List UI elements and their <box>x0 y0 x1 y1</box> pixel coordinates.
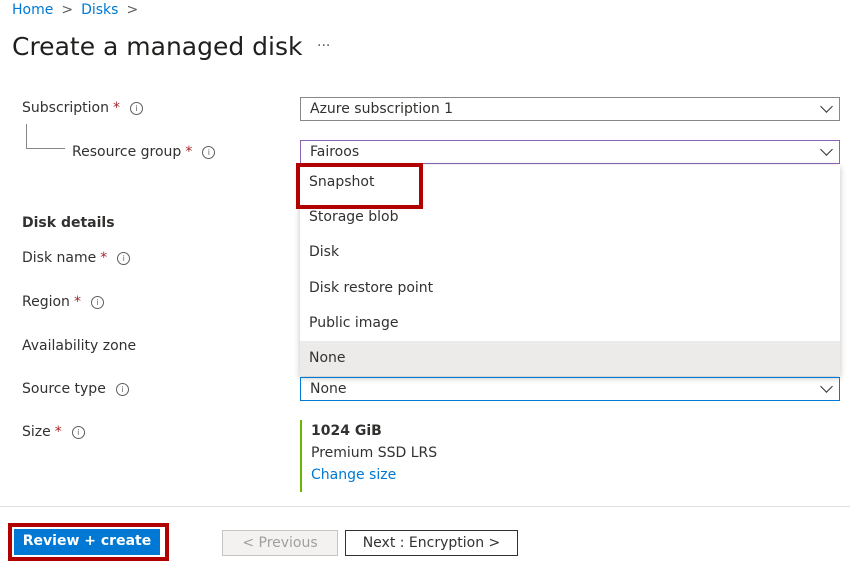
disk-name-label: Disk name * i <box>22 250 131 266</box>
size-value: 1024 GiB <box>311 423 382 439</box>
breadcrumb-home[interactable]: Home <box>12 2 53 18</box>
change-size-link[interactable]: Change size <box>311 464 437 486</box>
page-title: Create a managed disk <box>12 32 303 61</box>
chevron-down-icon <box>820 100 833 113</box>
option-disk[interactable]: Disk <box>300 235 840 270</box>
info-icon[interactable]: i <box>115 382 129 396</box>
section-heading: Disk details <box>22 215 115 231</box>
chevron-right-icon: > <box>61 2 74 18</box>
size-summary: 1024 GiB Premium SSD LRS Change size <box>300 420 437 492</box>
breadcrumb: Home > Disks > <box>12 2 146 18</box>
chevron-down-icon <box>820 380 833 393</box>
required-asterisk: * <box>100 250 108 266</box>
next-encryption-button[interactable]: Next : Encryption > <box>345 530 518 556</box>
resource-group-dropdown[interactable]: Fairoos <box>300 140 840 164</box>
option-public-image[interactable]: Public image <box>300 306 840 341</box>
label-text: Resource group <box>72 144 182 160</box>
size-sku: Premium SSD LRS <box>311 445 438 461</box>
chevron-right-icon: > <box>126 2 139 18</box>
info-icon[interactable]: i <box>202 145 216 159</box>
label-text: Subscription <box>22 100 109 116</box>
source-type-label: Source type i <box>22 381 129 397</box>
review-create-button[interactable]: Review + create <box>14 529 160 555</box>
label-text: Source type <box>22 381 106 397</box>
option-disk-restore-point[interactable]: Disk restore point <box>300 271 840 306</box>
tree-connector <box>26 124 65 149</box>
highlight-box <box>296 163 423 209</box>
breadcrumb-disks[interactable]: Disks <box>81 2 118 18</box>
required-asterisk: * <box>54 424 62 440</box>
subscription-label: Subscription * i <box>22 100 143 116</box>
more-options-button[interactable]: ··· <box>317 38 330 54</box>
required-asterisk: * <box>113 100 120 116</box>
dropdown-value: Azure subscription 1 <box>310 101 454 117</box>
chevron-down-icon <box>820 143 833 156</box>
info-icon[interactable]: i <box>130 101 143 115</box>
dropdown-value: None <box>310 381 347 397</box>
required-asterisk: * <box>73 294 81 310</box>
subscription-dropdown[interactable]: Azure subscription 1 <box>300 97 840 121</box>
size-label: Size * i <box>22 424 85 440</box>
previous-button[interactable]: < Previous <box>222 530 338 556</box>
divider <box>0 506 850 507</box>
info-icon[interactable]: i <box>71 425 85 439</box>
option-none[interactable]: None <box>300 340 840 377</box>
availability-zone-label: Availability zone <box>22 338 137 354</box>
region-label: Region * i <box>22 294 104 310</box>
label-text: Disk name <box>22 250 97 266</box>
info-icon[interactable]: i <box>90 295 104 309</box>
label-text: Size <box>22 424 51 440</box>
required-asterisk: * <box>185 144 193 160</box>
info-icon[interactable]: i <box>117 251 131 265</box>
resource-group-label: Resource group * i <box>72 144 216 160</box>
source-type-dropdown[interactable]: None <box>300 377 840 401</box>
dropdown-value: Fairoos <box>310 144 360 160</box>
label-text: Region <box>22 294 70 310</box>
